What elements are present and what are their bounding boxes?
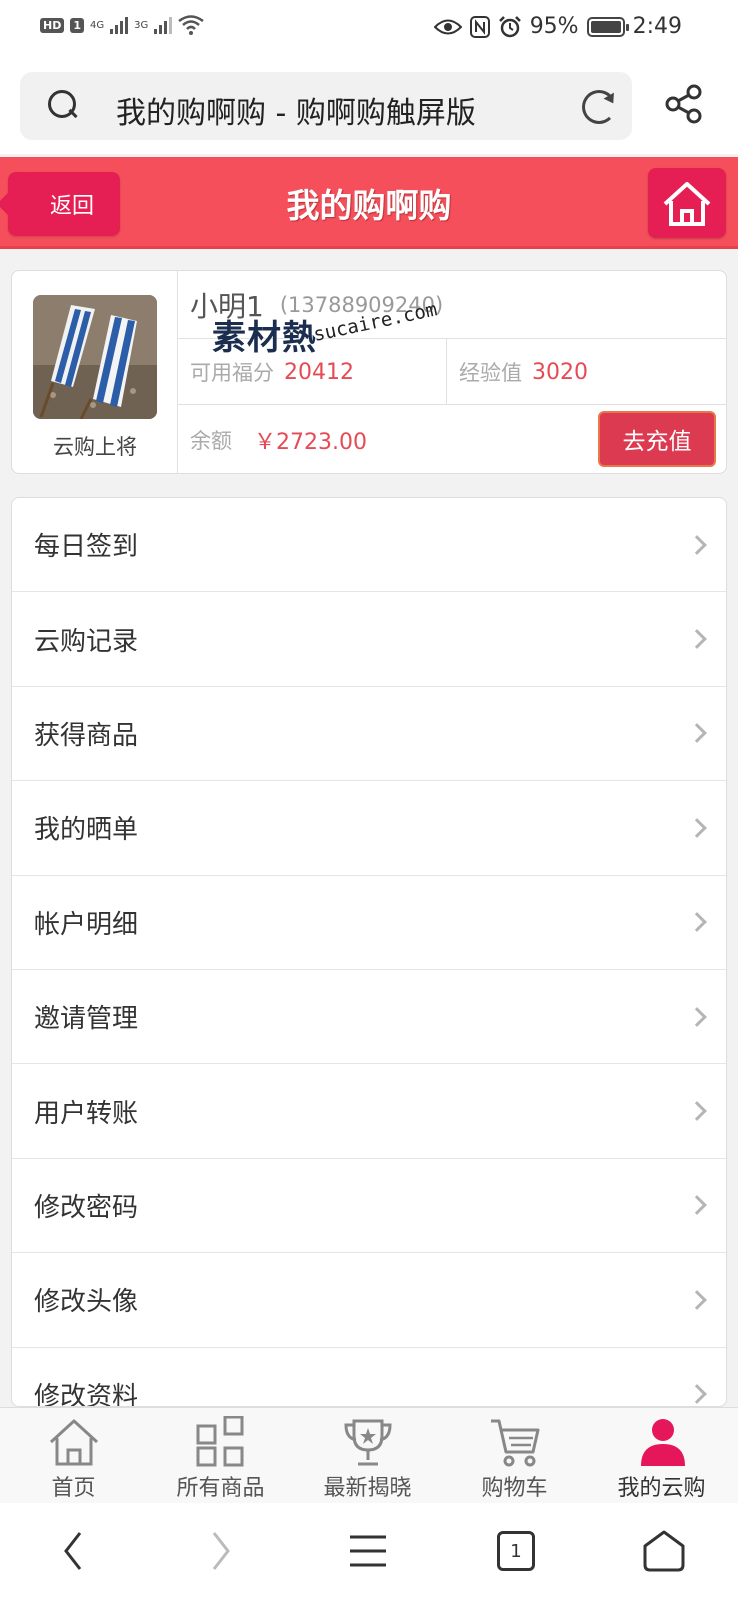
home-nav-icon[interactable]	[642, 1529, 686, 1573]
search-icon[interactable]	[48, 90, 78, 120]
tab-home[interactable]: 首页	[0, 1408, 147, 1504]
page: HD 1 4G 3G 95% 2:49 我的购啊购 - 购啊购触屏版 返回 我的…	[0, 0, 738, 1600]
trophy-icon	[343, 1419, 392, 1466]
cart-icon	[490, 1419, 539, 1467]
status-left: HD 1 4G 3G	[40, 14, 204, 36]
points-label: 可用福分	[190, 361, 274, 385]
chevron-right-icon	[687, 723, 707, 744]
menu-item-label: 帐户明细	[34, 909, 139, 940]
menu-item-invite-management[interactable]: 邀请管理	[12, 970, 726, 1065]
menu-item-user-transfer[interactable]: 用户转账	[12, 1064, 726, 1159]
menu-item-label: 邀请管理	[34, 1004, 139, 1035]
user-icon	[641, 1419, 685, 1466]
home-outline-icon	[49, 1419, 98, 1466]
tab-label: 购物车	[481, 1476, 548, 1501]
signal-icon-2	[154, 16, 173, 34]
tab-label: 首页	[51, 1476, 96, 1501]
page-title: 我的购啊购	[286, 186, 452, 225]
menu-item-change-avatar[interactable]: 修改头像	[12, 1253, 726, 1348]
page-header: 返回 我的购啊购	[0, 157, 738, 249]
sim-badge: 1	[70, 17, 84, 33]
menu-item-label: 每日签到	[34, 532, 139, 563]
user-name: 小明1	[190, 289, 264, 323]
system-nav-bar: 1	[0, 1503, 738, 1600]
forward-arrow-icon[interactable]	[198, 1529, 242, 1573]
exp-label: 经验值	[459, 361, 522, 385]
home-icon	[663, 182, 711, 226]
menu-list: 每日签到 云购记录 获得商品 我的晒单 帐户明细 邀请管理 用户转账 修改密码 …	[11, 497, 727, 1407]
url-title[interactable]: 我的购啊购 - 购啊购触屏版	[116, 88, 476, 132]
wifi-icon	[178, 15, 204, 35]
chevron-right-icon	[687, 1195, 707, 1216]
user-phone: (13788909240)	[279, 292, 444, 317]
share-icon[interactable]	[664, 84, 704, 124]
network-4g-label: 4G	[90, 19, 105, 31]
grid-icon	[196, 1416, 243, 1467]
menu-item-label: 用户转账	[34, 1098, 139, 1129]
menu-item-label: 修改资料	[34, 1381, 139, 1407]
chevron-right-icon	[687, 912, 707, 933]
reload-icon[interactable]	[582, 90, 616, 124]
status-bar: HD 1 4G 3G 95% 2:49	[0, 0, 738, 56]
menu-item-change-password[interactable]: 修改密码	[12, 1159, 726, 1254]
menu-item-label: 云购记录	[34, 626, 139, 657]
user-level: 云购上将	[53, 435, 137, 459]
menu-item-edit-profile[interactable]: 修改资料	[12, 1348, 726, 1407]
chevron-right-icon	[687, 1289, 707, 1310]
status-right: 95% 2:49	[433, 14, 682, 39]
profile-card: 云购上将 小明1 (13788909240) 可用福分 20412 经验值 30…	[11, 270, 727, 474]
tab-latest-results[interactable]: 最新揭晓	[294, 1408, 441, 1504]
chevron-right-icon	[687, 629, 707, 649]
chevron-right-icon	[687, 1006, 707, 1027]
points-stat: 可用福分 20412	[190, 339, 354, 405]
menu-item-label: 修改密码	[34, 1192, 139, 1223]
exp-stat: 经验值 3020	[446, 339, 726, 405]
avatar[interactable]	[33, 295, 157, 419]
nfc-icon	[469, 15, 490, 38]
hd-badge: HD	[40, 17, 65, 33]
alarm-icon	[498, 15, 521, 37]
tab-label: 最新揭晓	[323, 1476, 412, 1501]
back-arrow-icon[interactable]	[52, 1529, 96, 1573]
bottom-tab-bar: 首页 所有商品 最新揭晓 购物车 我的云购	[0, 1407, 738, 1503]
home-button[interactable]	[648, 168, 726, 238]
address-bar[interactable]: 我的购啊购 - 购啊购触屏版	[20, 72, 632, 140]
menu-item-won-products[interactable]: 获得商品	[12, 687, 726, 782]
menu-item-purchase-records[interactable]: 云购记录	[12, 592, 726, 687]
balance-row: 余额 ￥2723.00 去充值	[178, 405, 726, 473]
clock: 2:49	[632, 14, 682, 39]
back-button-label: 返回	[49, 194, 94, 219]
menu-item-label: 修改头像	[34, 1287, 139, 1318]
network-3g-label: 3G	[134, 19, 149, 31]
menu-icon[interactable]	[346, 1529, 390, 1573]
menu-item-label: 我的晒单	[34, 815, 139, 846]
menu-item-account-details[interactable]: 帐户明细	[12, 876, 726, 970]
tab-label: 我的云购	[617, 1476, 706, 1501]
tab-cart[interactable]: 购物车	[441, 1408, 588, 1504]
battery-icon	[586, 16, 629, 37]
tabs-button[interactable]: 1	[497, 1531, 535, 1571]
signal-icon	[110, 16, 129, 34]
chevron-right-icon	[687, 534, 707, 555]
user-info-row: 小明1 (13788909240)	[178, 271, 726, 339]
tab-all-products[interactable]: 所有商品	[147, 1408, 294, 1504]
menu-item-daily-checkin[interactable]: 每日签到	[12, 498, 726, 593]
chevron-right-icon	[687, 1384, 707, 1405]
battery-percent: 95%	[529, 14, 579, 39]
tab-my-account[interactable]: 我的云购	[588, 1408, 738, 1504]
eye-icon	[433, 19, 462, 34]
menu-item-my-reviews[interactable]: 我的晒单	[12, 781, 726, 876]
menu-item-label: 获得商品	[34, 720, 139, 751]
balance-label: 余额	[190, 429, 232, 453]
avatar-column: 云购上将	[12, 271, 178, 473]
recharge-button[interactable]: 去充值	[598, 411, 716, 467]
browser-bar: 我的购啊购 - 购啊购触屏版	[0, 56, 738, 154]
chevron-right-icon	[687, 1101, 707, 1121]
chevron-right-icon	[687, 817, 707, 838]
tab-label: 所有商品	[176, 1476, 265, 1501]
stats-row: 可用福分 20412 经验值 3020	[178, 339, 726, 405]
balance-value: ￥2723.00	[254, 430, 367, 455]
exp-value: 3020	[532, 359, 588, 385]
points-value: 20412	[284, 359, 354, 385]
